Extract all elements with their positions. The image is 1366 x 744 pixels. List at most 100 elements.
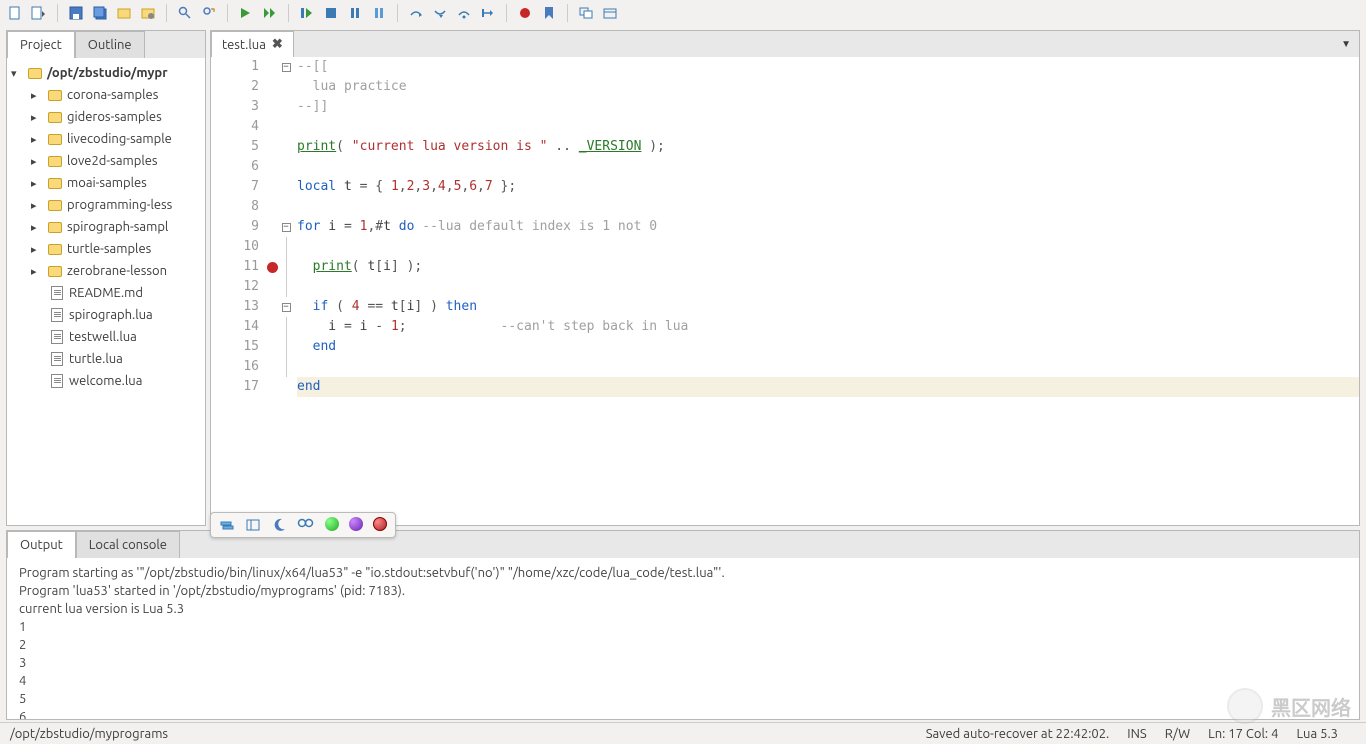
breakpoint-margin[interactable] [265, 337, 279, 357]
line-number[interactable]: 9 [211, 217, 259, 237]
tree-folder[interactable]: ▸moai-samples [7, 172, 205, 194]
step-over-icon[interactable] [407, 4, 425, 22]
breakpoint-margin[interactable] [265, 237, 279, 257]
tree-file[interactable]: README.md [7, 282, 205, 304]
tab-menu-icon[interactable]: ▼ [1333, 34, 1359, 54]
run-icon[interactable] [237, 4, 255, 22]
code-line[interactable]: end [297, 337, 1359, 357]
line-number[interactable]: 10 [211, 237, 259, 257]
editor-body[interactable]: 1234567891011121314151617 −−− --[[ lua p… [211, 57, 1359, 525]
project-icon[interactable] [115, 4, 133, 22]
tree-folder[interactable]: ▸gideros-samples [7, 106, 205, 128]
tree-folder[interactable]: ▸spirograph-sampl [7, 216, 205, 238]
breakpoint-margin[interactable] [265, 357, 279, 377]
breakpoint-margin[interactable] [265, 137, 279, 157]
red-dot-icon[interactable] [373, 517, 387, 531]
tree-file[interactable]: turtle.lua [7, 348, 205, 370]
settings-icon[interactable] [601, 4, 619, 22]
line-number[interactable]: 17 [211, 377, 259, 397]
stop-icon[interactable] [322, 4, 340, 22]
stack-icon[interactable] [219, 517, 235, 533]
debug-icon[interactable] [298, 4, 316, 22]
editor-tab-testlua[interactable]: test.lua ✖ [211, 31, 294, 57]
breakpoint-margin[interactable] [265, 217, 279, 237]
breakpoint-margin[interactable] [265, 177, 279, 197]
code-line[interactable] [297, 197, 1359, 217]
line-number[interactable]: 3 [211, 97, 259, 117]
tree-file[interactable]: spirograph.lua [7, 304, 205, 326]
breakpoint-margin[interactable] [265, 117, 279, 137]
tree-root[interactable]: ▾/opt/zbstudio/mypr [7, 62, 205, 84]
code-line[interactable] [297, 277, 1359, 297]
code-line[interactable]: lua practice [297, 77, 1359, 97]
tree-folder[interactable]: ▸corona-samples [7, 84, 205, 106]
link-icon[interactable] [297, 517, 315, 533]
run-to-icon[interactable] [479, 4, 497, 22]
new-menu-icon[interactable] [30, 4, 48, 22]
fold-toggle[interactable]: − [282, 223, 291, 232]
fold-toggle[interactable]: − [282, 303, 291, 312]
code-line[interactable] [297, 157, 1359, 177]
windows-icon[interactable] [577, 4, 595, 22]
tree-folder[interactable]: ▸programming-less [7, 194, 205, 216]
tab-project[interactable]: Project [7, 31, 75, 58]
breakpoint-icon[interactable] [267, 262, 278, 273]
breakpoint-margin[interactable] [265, 277, 279, 297]
config-icon[interactable] [139, 4, 157, 22]
tree-folder[interactable]: ▸love2d-samples [7, 150, 205, 172]
tab-local-console[interactable]: Local console [76, 531, 180, 558]
breakpoint-margin[interactable] [265, 377, 279, 397]
save-all-icon[interactable] [91, 4, 109, 22]
breakpoint-margin[interactable] [265, 257, 279, 277]
code-line[interactable]: --]] [297, 97, 1359, 117]
line-number[interactable]: 13 [211, 297, 259, 317]
project-tree[interactable]: ▾/opt/zbstudio/mypr▸corona-samples▸gider… [7, 58, 205, 525]
line-number[interactable]: 7 [211, 177, 259, 197]
breakpoint-margin[interactable] [265, 317, 279, 337]
save-icon[interactable] [67, 4, 85, 22]
moon-icon[interactable] [271, 517, 287, 533]
code-line[interactable]: print( "current lua version is " .. _VER… [297, 137, 1359, 157]
breakpoint-margin[interactable] [265, 297, 279, 317]
line-number[interactable]: 12 [211, 277, 259, 297]
close-icon[interactable]: ✖ [272, 37, 283, 52]
tab-outline[interactable]: Outline [75, 31, 145, 58]
code-line[interactable]: for i = 1,#t do --lua default index is 1… [297, 217, 1359, 237]
green-dot-icon[interactable] [325, 517, 339, 531]
line-number[interactable]: 4 [211, 117, 259, 137]
break-icon[interactable] [370, 4, 388, 22]
watch-icon[interactable] [245, 517, 261, 533]
record-icon[interactable] [516, 4, 534, 22]
tree-folder[interactable]: ▸turtle-samples [7, 238, 205, 260]
breakpoint-margin[interactable] [265, 77, 279, 97]
code-line[interactable]: print( t[i] ); [297, 257, 1359, 277]
code-line[interactable]: local t = { 1,2,3,4,5,6,7 }; [297, 177, 1359, 197]
run-continue-icon[interactable] [261, 4, 279, 22]
step-into-icon[interactable] [431, 4, 449, 22]
line-number[interactable]: 14 [211, 317, 259, 337]
line-number[interactable]: 2 [211, 77, 259, 97]
breakpoint-margin[interactable] [265, 197, 279, 217]
line-number[interactable]: 6 [211, 157, 259, 177]
line-number[interactable]: 5 [211, 137, 259, 157]
replace-icon[interactable] [200, 4, 218, 22]
breakpoint-margin[interactable] [265, 57, 279, 77]
line-number[interactable]: 8 [211, 197, 259, 217]
tree-folder[interactable]: ▸livecoding-sample [7, 128, 205, 150]
output-body[interactable]: Program starting as '"/opt/zbstudio/bin/… [7, 558, 1359, 719]
code-line[interactable]: i = i - 1; --can't step back in lua [297, 317, 1359, 337]
pause-icon[interactable] [346, 4, 364, 22]
new-file-icon[interactable] [6, 4, 24, 22]
line-number[interactable]: 1 [211, 57, 259, 77]
code-line[interactable] [297, 117, 1359, 137]
fold-toggle[interactable]: − [282, 63, 291, 72]
tab-output[interactable]: Output [7, 531, 76, 558]
breakpoint-margin[interactable] [265, 97, 279, 117]
line-number[interactable]: 16 [211, 357, 259, 377]
bookmark-icon[interactable] [540, 4, 558, 22]
find-icon[interactable] [176, 4, 194, 22]
code-line[interactable]: end [297, 377, 1359, 397]
line-number[interactable]: 15 [211, 337, 259, 357]
debug-toolbar[interactable] [210, 512, 396, 538]
purple-dot-icon[interactable] [349, 517, 363, 531]
